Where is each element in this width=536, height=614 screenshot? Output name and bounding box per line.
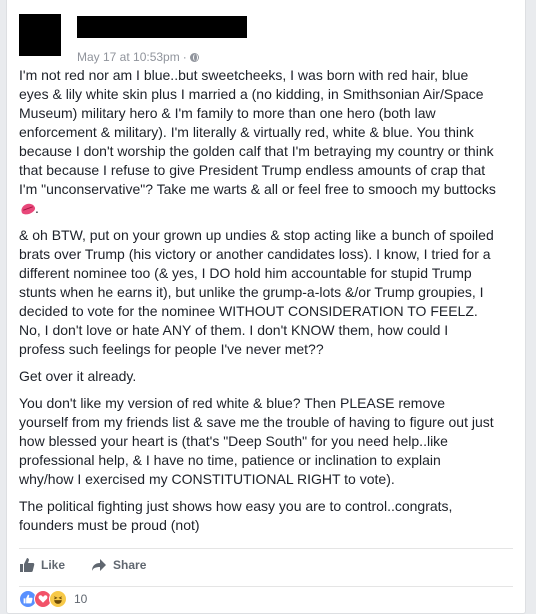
kiss-mark-icon <box>21 204 35 214</box>
meta-separator: · <box>182 50 187 64</box>
share-label: Share <box>113 558 147 572</box>
avatar-redacted[interactable] <box>19 14 61 56</box>
share-arrow-icon <box>92 559 107 571</box>
post-actions-bar: Like Share <box>19 548 513 577</box>
like-label: Like <box>41 558 66 572</box>
author-name-redacted[interactable] <box>77 16 247 38</box>
reaction-count[interactable]: 10 <box>74 592 87 606</box>
share-button[interactable]: Share <box>91 553 146 573</box>
post-paragraph: You don't like my version of red white &… <box>19 395 494 487</box>
reaction-icons <box>19 590 67 608</box>
post-paragraph: Get over it already. <box>19 368 137 384</box>
post-paragraph-text: I'm not red nor am I blue..but sweetchee… <box>19 67 496 197</box>
post-meta: May 17 at 10:53pm · <box>77 50 199 64</box>
post-body: I'm not red nor am I blue..but sweetchee… <box>19 66 497 541</box>
paragraph-end-mark: . <box>35 200 39 216</box>
post-timestamp[interactable]: May 17 at 10:53pm <box>77 50 180 64</box>
post-paragraph: & oh BTW, put on your grown up undies & … <box>19 227 494 357</box>
haha-icon <box>49 590 67 608</box>
post-card: May 17 at 10:53pm · I'm not red nor am I … <box>6 0 526 614</box>
post-paragraph: The political fighting just shows how ea… <box>19 498 453 533</box>
thumbs-up-icon <box>20 558 35 572</box>
post-paragraph: I'm not red nor am I blue..but sweetchee… <box>19 66 497 218</box>
like-button[interactable]: Like <box>19 553 65 573</box>
reactions-summary[interactable]: 10 <box>19 586 513 611</box>
globe-icon[interactable] <box>189 53 199 62</box>
